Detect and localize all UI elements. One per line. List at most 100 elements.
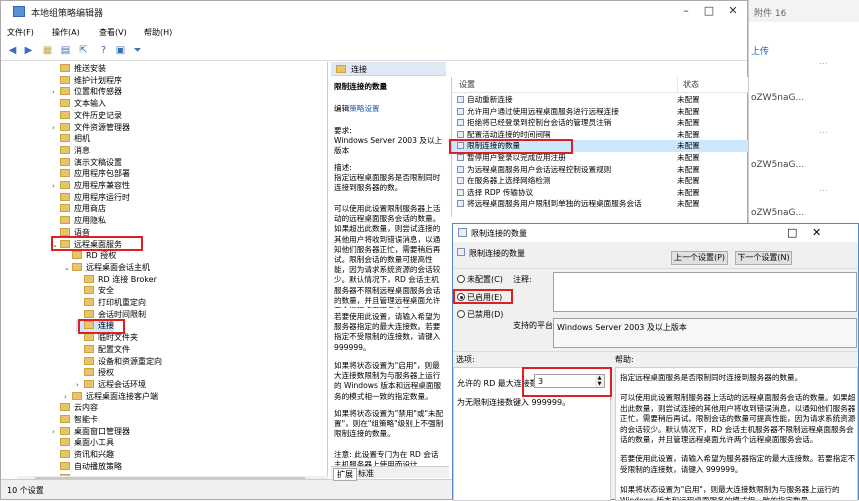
folder-icon (84, 298, 94, 306)
tree-item[interactable]: 应用程序包部署 (52, 168, 130, 180)
list-item[interactable]: 自动重新连接 未配置 (452, 94, 748, 105)
tree-item-label: 自动播放策略 (74, 461, 122, 471)
setting-state: 未配置 (677, 187, 700, 197)
radio-not-configured[interactable]: 未配置(C) (457, 274, 503, 285)
close-icon[interactable]: ✕ (725, 4, 741, 18)
tab-standard[interactable]: 标准 (355, 468, 377, 479)
setting-name: 允许用户通过使用远程桌面服务进行远程连接 (467, 106, 619, 116)
tab-extended[interactable]: 扩展 (333, 468, 357, 481)
tree-item-label: 桌面窗口管理器 (74, 426, 130, 436)
chevron-down-icon[interactable]: ⌄ (64, 263, 72, 275)
tree-item[interactable]: RD 授权 (64, 250, 116, 262)
background-link[interactable]: 上传 (751, 44, 769, 57)
tree-item[interactable]: › 文件资源管理器 (52, 122, 130, 134)
divider (453, 351, 858, 352)
radio-disabled[interactable]: 已禁用(D) (457, 309, 503, 320)
setting-state: 未配置 (677, 176, 700, 186)
tree-item[interactable]: › 桌面窗口管理器 (52, 426, 130, 438)
tree-item[interactable]: 应用程序运行时 (52, 192, 130, 204)
properties-icon[interactable]: ▣ (114, 44, 127, 57)
setting-state: 未配置 (677, 95, 700, 104)
background-tab-label[interactable]: 附件 16 (754, 6, 786, 19)
window-title: 本地组策略编辑器 (31, 9, 104, 19)
list-item[interactable]: 选择 RDP 传输协议 未配置 (452, 187, 748, 198)
back-icon[interactable]: ◀ (6, 44, 19, 57)
filter-icon[interactable]: ⏷ (131, 44, 144, 57)
maximize-icon[interactable]: □ (701, 4, 717, 18)
menu-file[interactable]: 文件(F) (7, 27, 34, 38)
policy-icon (457, 200, 464, 208)
edit-policy-link[interactable]: 策略设置 (349, 104, 379, 113)
tree-item[interactable]: 自动播放策略 (52, 461, 122, 473)
background-text: ... (819, 184, 828, 194)
tree-item-label: 安全 (98, 286, 114, 296)
list-item[interactable]: 拒绝将已经登录到控制台会话的管理员注销 未配置 (452, 117, 748, 128)
tree-item[interactable]: 文件历史记录 (52, 110, 122, 122)
tree-item[interactable]: RD 连接 Broker (76, 274, 157, 286)
radio-circle[interactable] (457, 310, 465, 318)
tree-item[interactable]: › 远程会话环境 (76, 379, 146, 391)
tree-item-label: 设备和资源重定向 (98, 356, 162, 366)
minimize-icon[interactable]: □ (787, 226, 797, 239)
minimize-icon[interactable]: – (678, 4, 694, 18)
folder-icon (84, 379, 94, 388)
column-header-state[interactable]: 状态 (677, 77, 748, 93)
background-text: oZW5naG... (751, 160, 805, 170)
tree-item[interactable]: 维护计划程序 (52, 75, 122, 87)
radio-circle[interactable] (457, 275, 465, 283)
help-text: 若要使用此设置，请输入希望为服务器指定的最大连接数。若要指定不受限制的连接数，请… (620, 454, 856, 474)
tree-item[interactable]: 授权 (76, 367, 114, 379)
description-text: 指定远程桌面服务是否限制同时连接到服务器的数。 (334, 173, 441, 193)
tree-item[interactable]: 演示文稿设置 (52, 157, 122, 169)
folder-icon (60, 157, 70, 166)
tree-item[interactable]: 相机 (52, 133, 90, 145)
column-header-setting[interactable]: 设置 (452, 77, 677, 93)
help-icon[interactable]: ? (97, 44, 110, 57)
folder-icon (60, 192, 70, 201)
highlight-enabled (453, 289, 513, 304)
comment-textarea[interactable] (553, 272, 857, 312)
tree-item[interactable]: 推送安装 (52, 63, 106, 75)
list-item[interactable]: 为远程桌面服务用户会话远程控制设置规则 未配置 (452, 164, 748, 175)
tree-item[interactable]: › 远程桌面连接客户端 (64, 391, 158, 403)
list-item[interactable]: 允许用户通过使用远程桌面服务进行远程连接 未配置 (452, 106, 748, 117)
tree-item[interactable]: 打印机重定向 (76, 297, 146, 309)
folder-icon[interactable]: ▦ (41, 44, 54, 57)
close-icon[interactable]: ✕ (812, 226, 821, 239)
tree-item[interactable]: › 应用程序兼容性 (52, 180, 130, 192)
tree-item[interactable]: 配置文件 (76, 344, 130, 356)
tree-item[interactable]: 智能卡 (52, 414, 98, 426)
tree-item[interactable]: 安全 (76, 285, 114, 297)
help-text: 指定远程桌面服务是否限制同时连接到服务器的数量。 (620, 373, 803, 382)
tree-item-label: 应用程序包部署 (74, 169, 130, 179)
tree-item[interactable]: 应用隐私 (52, 215, 106, 227)
menu-action[interactable]: 操作(A) (52, 27, 80, 38)
folder-icon (60, 204, 70, 213)
setting-name: 将远程桌面服务用户限制到单独的远程桌面服务会话 (467, 199, 642, 209)
tree-item-label: 应用商店 (74, 204, 106, 214)
tree-item[interactable]: 文本输入 (52, 98, 106, 110)
list-icon[interactable]: ▤ (59, 44, 72, 57)
list-item[interactable]: 将远程桌面服务用户限制到单独的远程桌面服务会话 未配置 (452, 198, 748, 209)
tree-item[interactable]: 资讯和兴趣 (52, 449, 114, 461)
tree-item[interactable]: › 位置和传感器 (52, 86, 122, 98)
menu-view[interactable]: 查看(V) (99, 27, 127, 38)
description-text: 如果将状态设置为"启用"，则最大连接数限制为与服务器上运行的 Windows 版… (334, 361, 442, 401)
forward-icon[interactable]: ▶ (22, 44, 35, 57)
list-item[interactable]: 在服务器上选择网络检测 未配置 (452, 175, 748, 186)
folder-icon (60, 438, 70, 447)
tree-item[interactable]: 应用商店 (52, 203, 106, 215)
setting-name: 拒绝将已经登录到控制台会话的管理员注销 (467, 118, 612, 128)
tree-item[interactable]: 消息 (52, 145, 90, 157)
background-text: oZW5naG... (751, 93, 805, 103)
setting-name: 选择 RDP 传输协议 (467, 187, 534, 197)
tree-item[interactable]: 桌面小工具 (52, 437, 114, 449)
tree-item[interactable]: 云内容 (52, 402, 98, 414)
view-tabs: 扩展 标准 (331, 466, 449, 481)
menu-help[interactable]: 帮助(H) (144, 27, 172, 38)
next-setting-button[interactable]: 下一个设置(N) (735, 251, 792, 265)
tree-item[interactable]: ⌄ 远程桌面会话主机 (64, 262, 150, 274)
export-icon[interactable]: ⇱ (77, 44, 90, 57)
tree-item[interactable]: 设备和资源重定向 (76, 356, 162, 368)
previous-setting-button[interactable]: 上一个设置(P) (671, 251, 728, 265)
